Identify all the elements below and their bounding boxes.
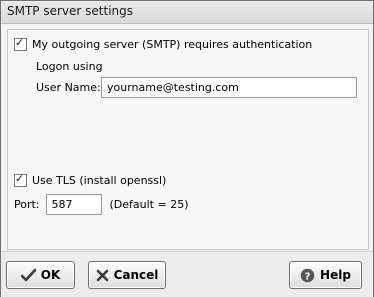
auth-checkbox-label: My outgoing server (SMTP) requires authe…	[32, 38, 313, 51]
tls-checkbox[interactable]: ✓	[14, 172, 27, 187]
x-icon	[96, 269, 109, 282]
port-input[interactable]	[45, 194, 102, 215]
checkmark-icon	[20, 268, 36, 282]
ok-button-label: OK	[40, 268, 61, 282]
username-row: User Name:	[36, 77, 357, 98]
question-icon: ?	[300, 268, 315, 283]
window-title: SMTP server settings	[7, 4, 134, 18]
settings-panel: ✓ My outgoing server (SMTP) requires aut…	[7, 29, 369, 250]
cancel-button-label: Cancel	[113, 268, 159, 282]
svg-text:?: ?	[305, 271, 311, 282]
auth-checkbox[interactable]: ✓	[14, 36, 27, 51]
logon-using-text: Logon using	[36, 60, 103, 73]
port-default-hint: (Default = 25)	[109, 198, 189, 211]
checkmark-icon: ✓	[15, 36, 25, 49]
logon-using-label: Logon using	[36, 60, 103, 73]
checkmark-icon: ✓	[15, 172, 25, 185]
help-button[interactable]: ? Help	[289, 261, 362, 289]
port-row: Port: (Default = 25)	[14, 194, 189, 215]
button-bar: OK Cancel ? Help	[1, 251, 373, 297]
auth-checkbox-row[interactable]: ✓ My outgoing server (SMTP) requires aut…	[14, 36, 313, 51]
ok-button[interactable]: OK	[6, 261, 75, 289]
cancel-button[interactable]: Cancel	[88, 261, 166, 289]
port-label: Port:	[14, 198, 40, 211]
tls-checkbox-label: Use TLS (install openssl)	[32, 174, 167, 187]
title-bar[interactable]: SMTP server settings	[1, 1, 373, 24]
tls-checkbox-row[interactable]: ✓ Use TLS (install openssl)	[14, 172, 167, 187]
help-button-label: Help	[320, 268, 351, 282]
smtp-settings-dialog: SMTP server settings ✓ My outgoing serve…	[0, 0, 374, 297]
username-label: User Name:	[36, 81, 101, 94]
username-input[interactable]	[101, 77, 357, 98]
